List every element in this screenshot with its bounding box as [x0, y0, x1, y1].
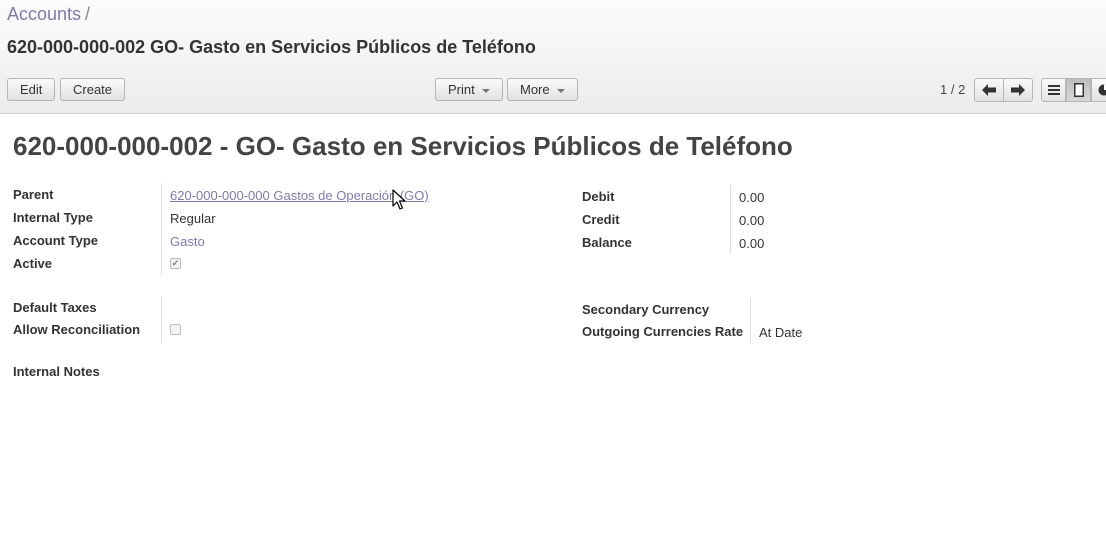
parent-account-link[interactable]: 620-000-000-000 Gastos de Operación (GO): [170, 188, 429, 203]
mouse-cursor-icon: [392, 189, 406, 210]
active-label: Active: [13, 256, 53, 271]
debit-label: Debit: [582, 189, 615, 204]
list-icon: [1047, 85, 1060, 95]
credit-value: 0.00: [739, 213, 765, 228]
account-type-link[interactable]: Gasto: [170, 234, 205, 249]
outgoing-currencies-rate-label: Outgoing Currencies Rate: [582, 324, 744, 339]
create-button[interactable]: Create: [60, 78, 126, 101]
active-checkbox[interactable]: ✔: [170, 258, 181, 269]
debit-value: 0.00: [739, 190, 765, 205]
account-type-label: Account Type: [13, 233, 98, 248]
more-dropdown-button[interactable]: More: [507, 78, 578, 101]
checkmark-icon: ✔: [171, 258, 180, 268]
print-dropdown-button[interactable]: Print: [435, 78, 503, 101]
parent-label: Parent: [13, 187, 54, 202]
page-title: 620-000-000-002 GO- Gasto en Servicios P…: [7, 37, 536, 57]
internal-type-value: Regular: [170, 211, 216, 226]
breadcrumb-accounts-link[interactable]: Accounts: [7, 4, 81, 24]
internal-type-label: Internal Type: [13, 210, 93, 225]
more-label: More: [520, 82, 550, 97]
form-view-button[interactable]: [1066, 78, 1091, 102]
pager-previous-button[interactable]: [974, 78, 1004, 102]
graph-view-button[interactable]: [1091, 78, 1106, 102]
form-icon: [1073, 83, 1084, 97]
print-label: Print: [448, 82, 475, 97]
breadcrumb: Accounts /: [7, 4, 90, 25]
edit-button[interactable]: Edit: [7, 78, 56, 101]
allow-reconciliation-label: Allow Reconciliation: [13, 322, 141, 337]
account-name-heading: 620-000-000-002 - GO- Gasto en Servicios…: [13, 131, 793, 161]
field-divider: [161, 296, 162, 343]
outgoing-currencies-rate-value: At Date: [759, 325, 803, 340]
default-taxes-label: Default Taxes: [13, 300, 97, 315]
arrow-left-icon: [982, 84, 996, 96]
list-view-button[interactable]: [1041, 78, 1066, 102]
pager-next-button[interactable]: [1003, 78, 1033, 102]
pie-chart-icon: [1098, 84, 1106, 96]
chevron-down-icon: [556, 88, 565, 93]
balance-value: 0.00: [739, 236, 765, 251]
credit-label: Credit: [582, 212, 620, 227]
allow-reconciliation-checkbox[interactable]: [170, 324, 181, 335]
internal-notes-label: Internal Notes: [13, 364, 100, 379]
field-divider: [750, 298, 751, 344]
secondary-currency-label: Secondary Currency: [582, 302, 710, 317]
chevron-down-icon: [481, 88, 490, 93]
field-divider: [161, 183, 162, 275]
arrow-right-icon: [1011, 84, 1025, 96]
pager-value[interactable]: 1 / 2: [940, 82, 965, 97]
balance-label: Balance: [582, 235, 632, 250]
control-panel: Accounts/ 620-000-000-002 GO- Gasto en S…: [0, 0, 1106, 114]
field-divider: [730, 185, 731, 254]
breadcrumb-separator: /: [85, 4, 91, 24]
